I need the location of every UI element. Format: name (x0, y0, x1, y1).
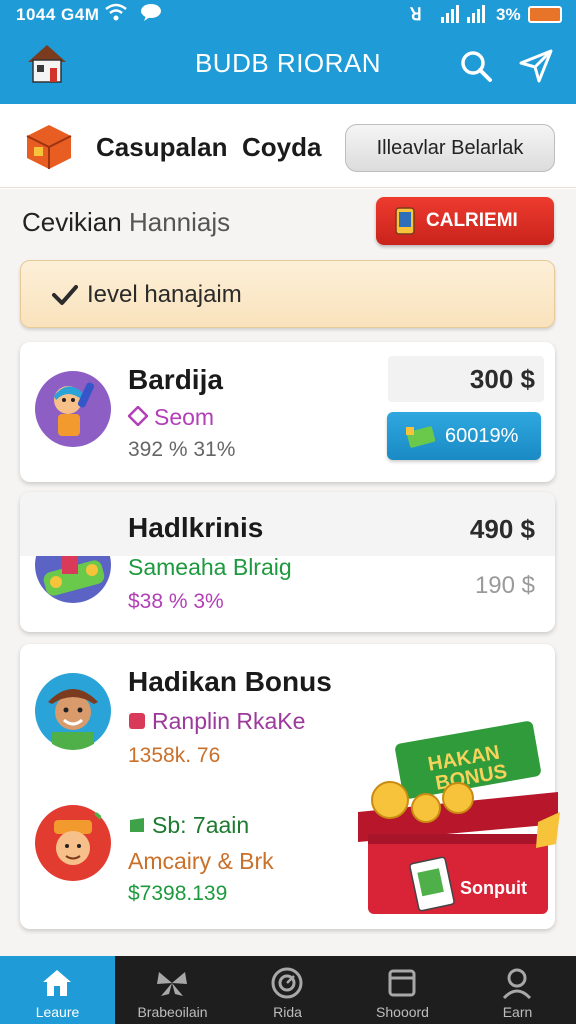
character-avatar (35, 673, 111, 750)
card-meta: 1358k. 76 (128, 744, 221, 767)
card-title: Hadikan Bonus (128, 666, 332, 697)
section-title-light: Hanniajs (128, 207, 231, 237)
card-subtitle: Seom (154, 404, 215, 430)
nav-label-earn: Earn (502, 1004, 533, 1020)
cash-icon (406, 426, 436, 448)
nav-item-rida[interactable]: Rida (230, 956, 345, 1024)
header-name-secondary: Coyda (242, 132, 322, 162)
nav-item-brabeoilain[interactable]: Brabeoilain (115, 956, 230, 1024)
reward-card[interactable]: Bardija Seom 392 % 31% 300 $ 60019% (20, 342, 555, 482)
section-title: Cevikian Hanniajs (22, 207, 230, 238)
card-sub2: Sb: 7aain (152, 812, 250, 838)
status-time: 1044 G4M (16, 5, 100, 24)
nav-label-shooord: Shooord (376, 1004, 429, 1020)
nav-label-home: Leaure (35, 1004, 80, 1020)
claim-button[interactable]: CALRIEMI (376, 197, 554, 245)
card-meta: $38 % 3% (128, 590, 224, 613)
card-amount: 300 $ (469, 364, 535, 394)
reward-pill-label: 60019% (445, 425, 519, 447)
level-bar[interactable]: Ievel hanajaim (20, 260, 555, 328)
box-icon (26, 125, 72, 169)
battery-percent: 3% (496, 5, 521, 24)
card-meta: 392 % 31% (128, 438, 236, 461)
nav-label-brabeoilain: Brabeoilain (137, 1004, 208, 1020)
bottom-navigation: Leaure Brabeoilain Rida Shooord Earn (0, 956, 576, 1024)
character-avatar (35, 371, 111, 447)
card-title: Bardija (128, 364, 223, 395)
reward-card[interactable]: Hadlkrinis 490 $ Sameaha Blraig $38 % 3%… (20, 492, 555, 632)
character-avatar-2 (35, 805, 111, 881)
wifi-icon (105, 3, 127, 21)
bonus-card[interactable]: Hadikan Bonus Ranplin RkaKe 1358k. 76 Sb… (20, 644, 560, 929)
card-meta-2: $7398.139 (128, 882, 228, 905)
header-name-primary: Casupalan (96, 132, 228, 162)
card-sub3: Amcairy & Brk (128, 848, 274, 874)
header-action-button[interactable]: Illeavlar Belarlak (345, 124, 555, 172)
nav-label-rida: Rida (273, 1004, 302, 1020)
card-subtitle: Ranplin RkaKe (152, 708, 306, 734)
claim-button-label: CALRIEMI (426, 210, 518, 231)
butterfly-icon (157, 972, 187, 996)
nav-item-earn[interactable]: Earn (460, 956, 576, 1024)
phone-icon (395, 207, 415, 235)
diamond-icon (128, 406, 148, 426)
top-bar: 1044 G4M ꓤ 3% BUDB RIORAN (0, 0, 576, 104)
status-bar: 1044 G4M ꓤ 3% (0, 0, 576, 30)
app-title: BUDB RIORAN (194, 48, 382, 78)
card-amount: 490 $ (469, 514, 535, 544)
signal-icon (441, 5, 459, 23)
treasure-chest-icon[interactable]: HAKAN BONUS Sonpuit (350, 714, 560, 924)
compass-icon (271, 967, 303, 999)
leaf-icon (130, 818, 144, 832)
window-icon (388, 969, 416, 997)
chest-label: Sonpuit (460, 878, 527, 898)
section-title-bold: Cevikian (22, 207, 122, 237)
ticket-icon (129, 713, 145, 729)
home-icon (43, 970, 71, 996)
nfc-icon: ꓤ (410, 5, 422, 24)
person-icon (502, 968, 532, 1000)
checkmark-icon (52, 285, 78, 305)
card-title: Hadlkrinis (128, 512, 264, 543)
house-logo-icon[interactable] (24, 40, 70, 86)
battery-icon (528, 6, 562, 23)
main-content: Cevikian Hanniajs CALRIEMI Ievel hanajai… (0, 189, 576, 956)
nav-item-home[interactable]: Leaure (0, 956, 115, 1024)
profile-header: Casupalan Coyda Illeavlar Belarlak (0, 104, 576, 188)
card-secondary-amount: 190 $ (474, 572, 535, 599)
signal-icon-2 (467, 5, 485, 23)
level-label: Ievel hanajaim (87, 281, 242, 308)
card-subtitle: Sameaha Blraig (128, 554, 292, 580)
nav-item-shooord[interactable]: Shooord (345, 956, 460, 1024)
search-icon[interactable] (458, 48, 494, 84)
reward-pill-button[interactable]: 60019% (387, 412, 541, 460)
send-icon[interactable] (518, 48, 554, 84)
message-icon (141, 4, 161, 21)
